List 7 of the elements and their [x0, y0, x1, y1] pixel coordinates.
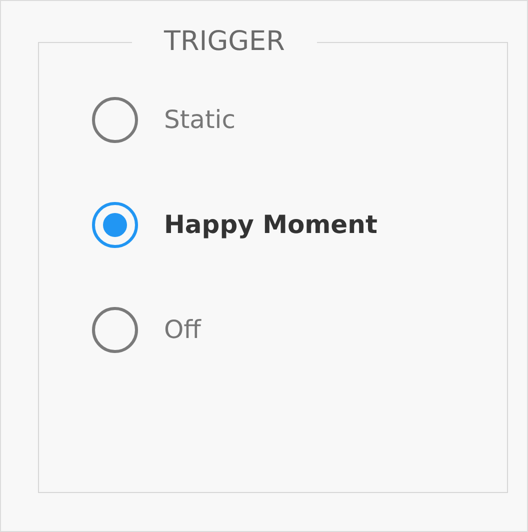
radio-button[interactable]	[92, 97, 138, 143]
radio-button[interactable]	[92, 202, 138, 248]
radio-button[interactable]	[92, 307, 138, 353]
group-title: TRIGGER	[162, 25, 286, 59]
option-label: Static	[164, 104, 236, 136]
option-label: Off	[164, 314, 201, 346]
option-label: Happy Moment	[164, 209, 378, 242]
